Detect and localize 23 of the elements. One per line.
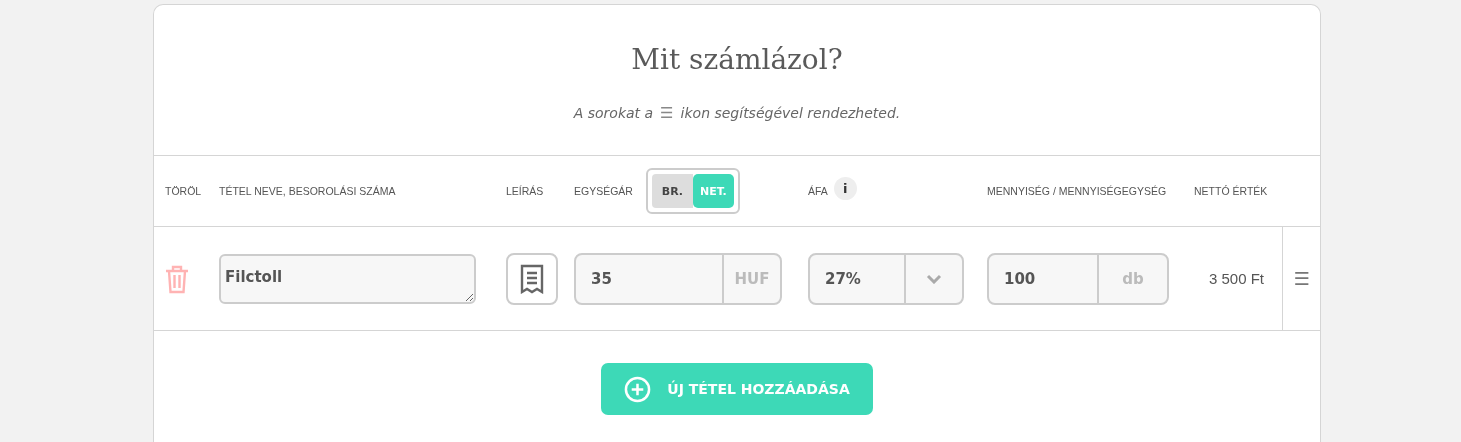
receipt-icon [520, 263, 544, 294]
quantity-field[interactable]: 100 db [987, 252, 1169, 305]
column-header: ÁFA [808, 185, 828, 197]
toggle-option[interactable]: BR. [651, 174, 693, 208]
page-title: Mit számlázol? [631, 43, 843, 76]
description-button[interactable] [506, 252, 558, 305]
chevron-down-icon [926, 273, 942, 284]
item-name-field[interactable]: Filctoll [219, 253, 476, 304]
unit-price-field[interactable]: 35 HUF [574, 252, 782, 305]
drag-handle-icon: ☰ [660, 104, 674, 122]
info-icon[interactable]: i [833, 176, 857, 200]
column-header: MENNYISÉG / MENNYISÉGEGYSÉG [987, 185, 1168, 197]
column-header: EGYSÉGÁR [574, 185, 633, 197]
drag-handle-icon[interactable]: ☰ [1293, 268, 1310, 289]
vat-dropdown[interactable]: 27% [808, 252, 964, 305]
hint-text: A sorokat a [573, 105, 654, 121]
column-header: TÖRÖL [165, 185, 203, 197]
column-header: LEÍRÁS [506, 185, 545, 197]
hint-text: ikon segítségével rendezheted. [680, 105, 901, 121]
net-value: 3 500 Ft [1208, 270, 1264, 287]
column-header: NETTÓ ÉRTÉK [1194, 185, 1269, 197]
plus-circle-icon [624, 375, 652, 403]
column-header: TÉTEL NEVE, BESOROLÁSI SZÁMA [219, 185, 397, 197]
